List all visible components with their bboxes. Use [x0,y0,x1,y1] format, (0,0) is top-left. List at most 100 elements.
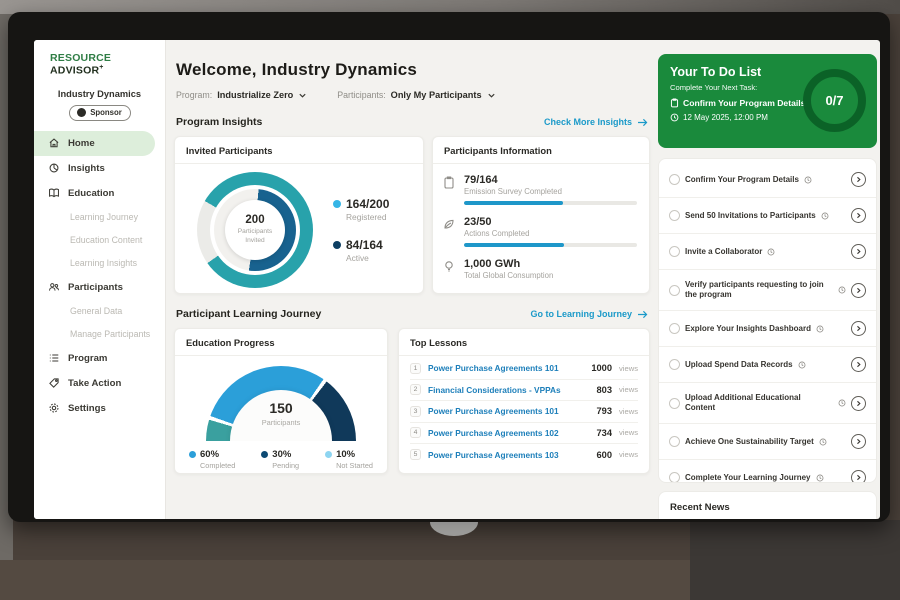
sidebar-item-learning-insights[interactable]: Learning Insights [34,252,165,275]
account-name: Industry Dynamics [34,89,165,99]
logo-secondary: ADVISOR [50,65,99,77]
clock-icon [767,248,775,256]
todo-checkbox[interactable] [669,359,680,370]
lesson-row-3[interactable]: 3 Power Purchase Agreements 101 793 view… [410,401,638,423]
lesson-link[interactable]: Financial Considerations - VPPAs [428,385,561,395]
lesson-link[interactable]: Power Purchase Agreements 101 [428,363,559,373]
sidebar-item-participants[interactable]: Participants [34,275,165,300]
lesson-row-4[interactable]: 4 Power Purchase Agreements 102 734 view… [410,423,638,445]
sidebar-item-insights[interactable]: Insights [34,156,165,181]
legend-active: 84/164 Active [333,238,389,263]
todo-checkbox[interactable] [669,210,680,221]
todo-open-button[interactable] [851,321,866,336]
top-lessons-card: Top Lessons 1 Power Purchase Agreements … [398,328,650,474]
recent-news-card: Recent News [658,491,877,519]
todo-open-button[interactable] [851,470,866,483]
todo-item-9[interactable]: Complete Your Learning Journey [659,460,876,483]
todo-open-button[interactable] [851,244,866,259]
participants-information-card-title: Participants Information [433,137,649,164]
todo-open-button[interactable] [851,396,866,411]
sponsor-badge-label: Sponsor [90,108,122,117]
lesson-link[interactable]: Power Purchase Agreements 102 [428,428,559,438]
todo-item-3[interactable]: Invite a Collaborator [659,234,876,270]
check-more-insights-link[interactable]: Check More Insights [544,117,648,127]
todo-open-button[interactable] [851,283,866,298]
sidebar-item-education[interactable]: Education [34,181,165,206]
todo-open-button[interactable] [851,357,866,372]
clock-icon [821,212,829,220]
todo-checkbox[interactable] [669,174,680,185]
todo-checkbox[interactable] [669,472,680,483]
invited-participants-card-title: Invited Participants [175,137,423,164]
gauge-center-value: 150 [206,400,356,416]
stat-global-consumption: 1,000 GWh Total Global Consumption [443,258,637,280]
todo-item-1[interactable]: Confirm Your Program Details [659,162,876,198]
todo-summary-card: Your To Do List Complete Your Next Task:… [658,54,877,148]
chevron-right-icon [855,438,862,445]
todo-item-4[interactable]: Verify participants requesting to join t… [659,270,876,311]
participants-information-card: Participants Information 79/164 Emission… [432,136,650,294]
chevron-right-icon [855,361,862,368]
todo-checkbox[interactable] [669,436,680,447]
chevron-right-icon [855,474,862,481]
sidebar-item-take-action[interactable]: Take Action [34,371,165,396]
gear-icon [48,402,60,414]
chevron-right-icon [855,248,862,255]
background-desk-right [690,520,900,600]
go-to-learning-journey-link[interactable]: Go to Learning Journey [530,309,648,319]
survey-icon [443,176,455,189]
todo-item-6[interactable]: Upload Spend Data Records [659,347,876,383]
invited-participants-donut: 200 Participants Invited [197,172,313,288]
education-gauge: 150 Participants [206,366,356,441]
home-icon [48,137,60,149]
lesson-link[interactable]: Power Purchase Agreements 103 [428,450,559,460]
dashboard-screen: RESOURCE ADVISOR+ Industry Dynamics Spon… [34,40,880,519]
todo-progress-value: 0/7 [825,93,843,108]
sidebar-item-settings[interactable]: Settings [34,396,165,421]
tag-icon [48,377,60,389]
todo-checkbox[interactable] [669,285,680,296]
people-icon [48,281,60,293]
todo-checkbox[interactable] [669,246,680,257]
monitor-stand [430,520,478,536]
sidebar-item-general-data[interactable]: General Data [34,300,165,323]
list-icon [48,352,60,364]
program-filter-dropdown[interactable]: Program: Industrialize Zero [176,90,307,100]
sidebar-item-home[interactable]: Home [34,131,155,156]
todo-open-button[interactable] [851,208,866,223]
recent-news-title: Recent News [659,492,876,519]
chevron-right-icon [855,400,862,407]
todo-item-5[interactable]: Explore Your Insights Dashboard [659,311,876,347]
chevron-right-icon [855,287,862,294]
lesson-link[interactable]: Power Purchase Agreements 101 [428,406,559,416]
clock-icon [670,113,679,122]
todo-open-button[interactable] [851,172,866,187]
clock-icon [819,438,827,446]
donut-center-value: 200 [245,214,264,226]
invited-participants-card: Invited Participants 200 Participants In… [174,136,424,294]
chevron-right-icon [855,325,862,332]
clipboard-icon [670,98,679,108]
clock-icon [804,176,812,184]
lesson-row-1[interactable]: 1 Power Purchase Agreements 101 1000 vie… [410,358,638,380]
todo-checkbox[interactable] [669,323,680,334]
arrow-right-icon [637,118,648,127]
pending-dot-icon [261,451,268,458]
lesson-row-5[interactable]: 5 Power Purchase Agreements 103 600 view… [410,444,638,466]
education-progress-card-title: Education Progress [175,329,387,356]
todo-item-8[interactable]: Achieve One Sustainability Target [659,424,876,460]
todo-checkbox[interactable] [669,398,680,409]
sidebar-item-education-content[interactable]: Education Content [34,229,165,252]
main-content: Welcome, Industry Dynamics Program: Indu… [174,40,650,519]
sidebar-item-learning-journey[interactable]: Learning Journey [34,206,165,229]
lesson-row-2[interactable]: 2 Financial Considerations - VPPAs 803 v… [410,380,638,402]
sidebar-item-manage-participants[interactable]: Manage Participants [34,323,165,346]
clock-icon [816,474,824,482]
participants-filter-dropdown[interactable]: Participants: Only My Participants [337,90,495,100]
sidebar-item-program[interactable]: Program [34,346,165,371]
todo-item-2[interactable]: Send 50 Invitations to Participants [659,198,876,234]
todo-open-button[interactable] [851,434,866,449]
clock-icon [838,286,846,294]
chevron-right-icon [855,212,862,219]
todo-item-7[interactable]: Upload Additional Educational Content [659,383,876,424]
